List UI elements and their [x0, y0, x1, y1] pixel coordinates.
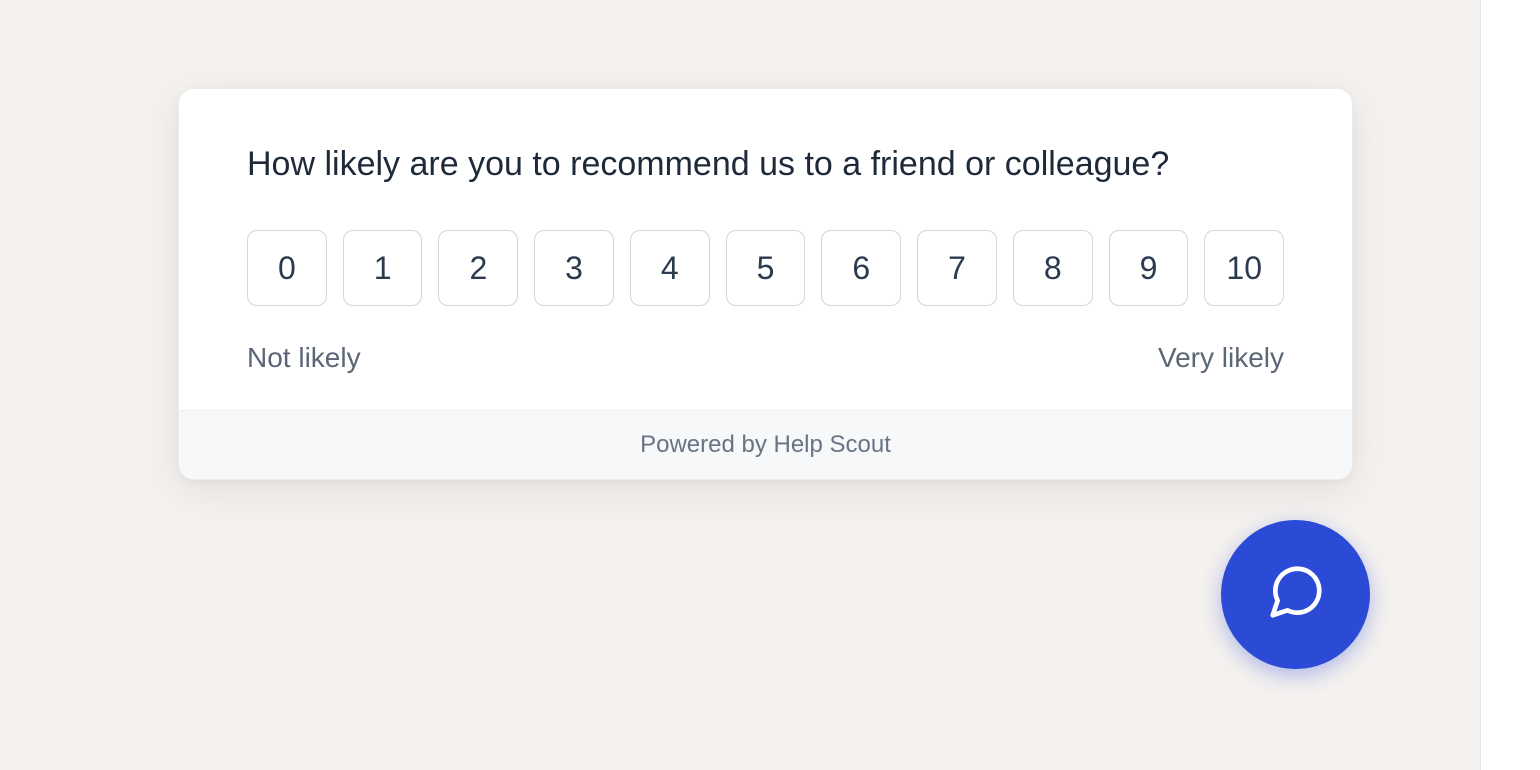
survey-body: How likely are you to recommend us to a …	[179, 89, 1352, 410]
rating-4-button[interactable]: 4	[630, 230, 710, 306]
rating-5-button[interactable]: 5	[726, 230, 806, 306]
rating-9-button[interactable]: 9	[1109, 230, 1189, 306]
rating-2-button[interactable]: 2	[438, 230, 518, 306]
rating-8-button[interactable]: 8	[1013, 230, 1093, 306]
survey-footer: Powered by Help Scout	[179, 410, 1352, 479]
rating-0-button[interactable]: 0	[247, 230, 327, 306]
low-label: Not likely	[247, 342, 361, 374]
survey-question: How likely are you to recommend us to a …	[247, 145, 1284, 184]
nps-survey-card: How likely are you to recommend us to a …	[178, 88, 1353, 480]
right-panel-edge	[1480, 0, 1540, 770]
rating-6-button[interactable]: 6	[821, 230, 901, 306]
rating-row: 0 1 2 3 4 5 6 7 8 9 10	[247, 230, 1284, 306]
rating-labels-row: Not likely Very likely	[247, 342, 1284, 374]
rating-1-button[interactable]: 1	[343, 230, 423, 306]
rating-3-button[interactable]: 3	[534, 230, 614, 306]
rating-7-button[interactable]: 7	[917, 230, 997, 306]
high-label: Very likely	[1158, 342, 1284, 374]
powered-by-text: Powered by Help Scout	[640, 431, 891, 458]
rating-10-button[interactable]: 10	[1204, 230, 1284, 306]
chat-bubble-icon	[1265, 561, 1327, 628]
chat-launcher-button[interactable]	[1221, 520, 1370, 669]
